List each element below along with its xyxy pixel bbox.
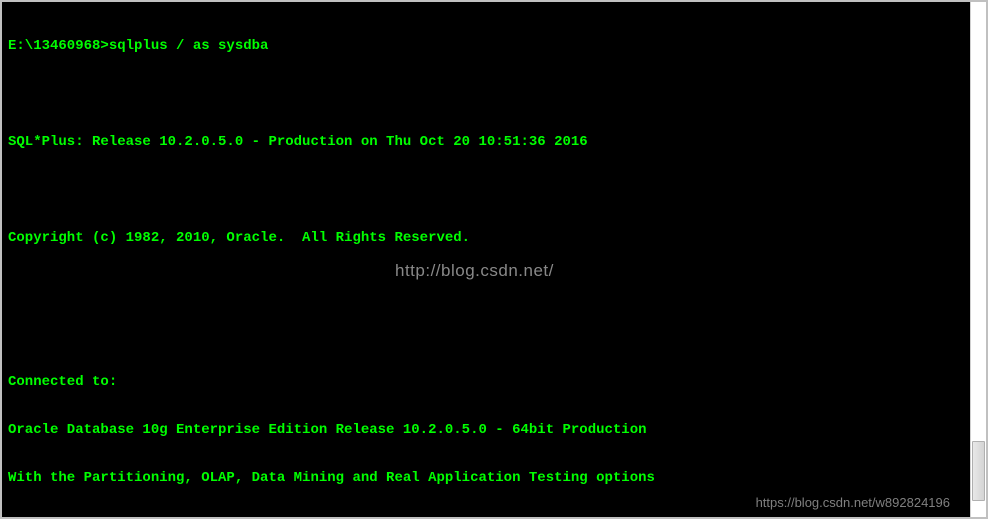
terminal-line: Copyright (c) 1982, 2010, Oracle. All Ri… — [8, 230, 964, 246]
terminal-line — [8, 86, 964, 102]
terminal-window: E:\13460968>sqlplus / as sysdba SQL*Plus… — [0, 0, 988, 519]
terminal-content[interactable]: E:\13460968>sqlplus / as sysdba SQL*Plus… — [2, 2, 970, 517]
terminal-line: SQL*Plus: Release 10.2.0.5.0 - Productio… — [8, 134, 964, 150]
terminal-line: E:\13460968>sqlplus / as sysdba — [8, 38, 964, 54]
scrollbar-track[interactable] — [971, 2, 986, 517]
scrollbar[interactable] — [970, 2, 986, 517]
terminal-line — [8, 326, 964, 342]
scrollbar-thumb[interactable] — [972, 441, 985, 501]
terminal-line — [8, 182, 964, 198]
watermark-center: http://blog.csdn.net/ — [395, 263, 554, 279]
terminal-line: Oracle Database 10g Enterprise Edition R… — [8, 422, 964, 438]
watermark-bottom: https://blog.csdn.net/w892824196 — [756, 495, 950, 511]
terminal-line: Connected to: — [8, 374, 964, 390]
terminal-line: With the Partitioning, OLAP, Data Mining… — [8, 470, 964, 486]
terminal-line — [8, 278, 964, 294]
